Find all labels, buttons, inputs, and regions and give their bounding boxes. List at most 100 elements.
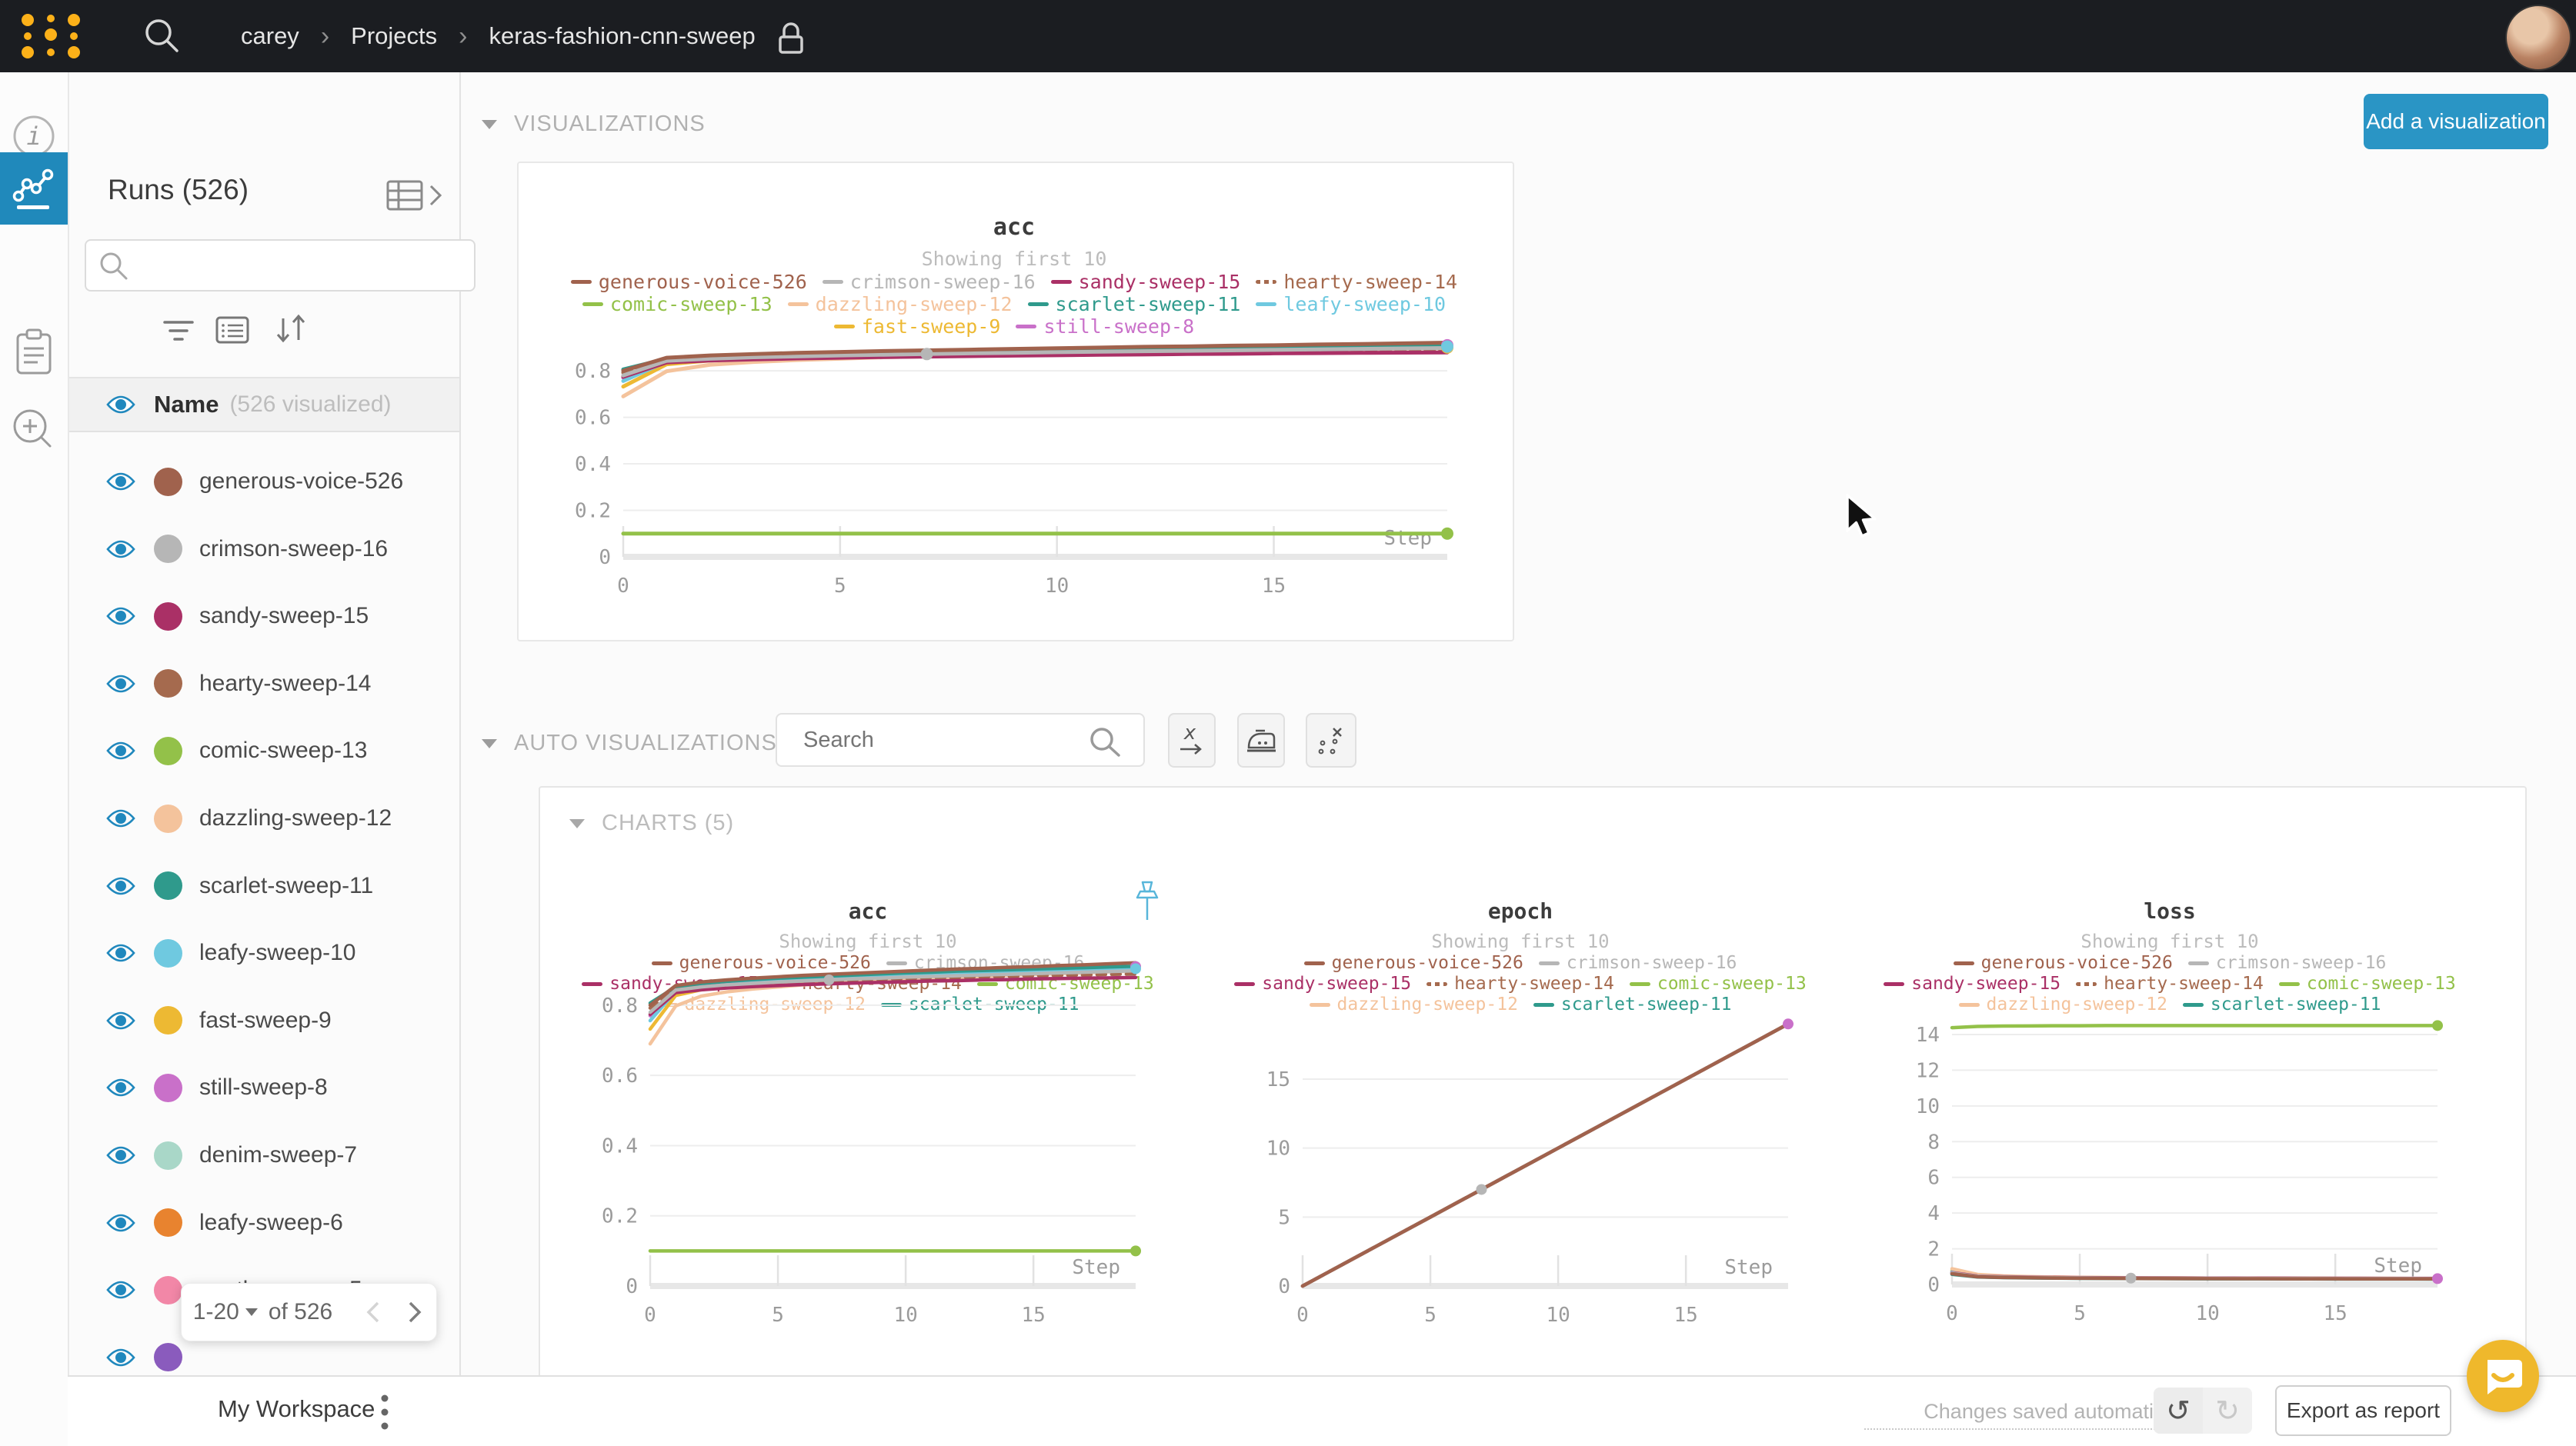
- eye-icon[interactable]: [106, 539, 135, 559]
- svg-text:15: 15: [1674, 1304, 1698, 1327]
- breadcrumb-projects[interactable]: Projects: [351, 22, 437, 50]
- run-color-dot: [154, 535, 182, 563]
- page-prev-icon[interactable]: [363, 1299, 383, 1325]
- run-row[interactable]: comic-sweep-13: [68, 717, 459, 785]
- pin-icon[interactable]: [1134, 880, 1160, 925]
- svg-text:15: 15: [2324, 1302, 2347, 1325]
- run-name[interactable]: still-sweep-8: [199, 1075, 328, 1101]
- list-settings-icon[interactable]: [215, 315, 249, 345]
- run-row[interactable]: scarlet-sweep-11: [68, 852, 459, 920]
- runs-header-count: (526 visualized): [229, 391, 391, 418]
- svg-text:Step: Step: [1724, 1256, 1773, 1279]
- run-row[interactable]: still-sweep-8: [68, 1054, 459, 1121]
- pagination-total: of 526: [269, 1299, 332, 1325]
- eye-icon[interactable]: [106, 943, 135, 963]
- nav-reports-button[interactable]: [0, 315, 68, 388]
- eye-icon[interactable]: [106, 1078, 135, 1098]
- breadcrumb-project-name[interactable]: keras-fashion-cnn-sweep: [489, 22, 755, 50]
- run-name[interactable]: denim-sweep-7: [199, 1142, 357, 1168]
- runs-list-header[interactable]: Name (526 visualized): [68, 377, 459, 432]
- runs-search-input[interactable]: [85, 239, 475, 292]
- mouse-cursor: [1843, 492, 1889, 546]
- collapse-triangle-icon[interactable]: [569, 819, 585, 828]
- run-row[interactable]: dazzling-sweep-12: [68, 785, 459, 852]
- run-row[interactable]: hearty-sweep-14: [68, 650, 459, 718]
- chart-marker: [1441, 341, 1453, 353]
- chart-marker: [2432, 1020, 2443, 1031]
- run-row[interactable]: crimson-sweep-16: [68, 515, 459, 583]
- run-name[interactable]: comic-sweep-13: [199, 738, 367, 764]
- svg-text:Step: Step: [2374, 1254, 2422, 1278]
- redo-button[interactable]: ↻: [2203, 1388, 2252, 1434]
- run-name[interactable]: scarlet-sweep-11: [199, 873, 373, 899]
- svg-text:i: i: [26, 122, 41, 151]
- kebab-menu-icon[interactable]: [379, 1392, 390, 1432]
- run-color-dot: [154, 1343, 182, 1371]
- filter-icon[interactable]: [162, 317, 195, 345]
- run-row[interactable]: denim-sweep-7: [68, 1121, 459, 1189]
- eye-icon[interactable]: [106, 1213, 135, 1233]
- run-name[interactable]: crimson-sweep-16: [199, 536, 388, 562]
- eye-icon[interactable]: [106, 395, 135, 415]
- run-row[interactable]: generous-voice-526: [68, 448, 459, 515]
- svg-text:5: 5: [834, 575, 846, 598]
- run-name[interactable]: dazzling-sweep-12: [199, 805, 392, 831]
- run-row[interactable]: leafy-sweep-10: [68, 919, 459, 987]
- page-next-icon[interactable]: [405, 1299, 425, 1325]
- chart-marker: [1130, 963, 1141, 974]
- breadcrumb-separator: ›: [321, 22, 329, 52]
- run-color-dot: [154, 468, 182, 496]
- add-visualization-button[interactable]: Add a visualization: [2364, 94, 2548, 149]
- svg-text:0: 0: [617, 575, 629, 598]
- avatar[interactable]: [2505, 5, 2571, 71]
- info-icon: i: [12, 115, 55, 158]
- eye-icon[interactable]: [106, 471, 135, 491]
- run-name[interactable]: sandy-sweep-15: [199, 603, 369, 629]
- run-color-dot: [154, 871, 182, 900]
- eye-icon[interactable]: [106, 808, 135, 828]
- run-name[interactable]: leafy-sweep-10: [199, 940, 355, 966]
- undo-button[interactable]: ↺: [2154, 1388, 2203, 1434]
- runs-table-toggle-icon[interactable]: [386, 178, 448, 214]
- svg-text:10: 10: [1546, 1304, 1570, 1327]
- chart-marker: [823, 975, 834, 985]
- run-name[interactable]: generous-voice-526: [199, 468, 403, 495]
- run-name[interactable]: leafy-sweep-6: [199, 1210, 343, 1236]
- eye-icon[interactable]: [106, 1145, 135, 1165]
- svg-text:5: 5: [772, 1304, 784, 1327]
- chevron-down-icon[interactable]: [245, 1308, 258, 1316]
- charts-section-header[interactable]: CHARTS (5): [569, 811, 734, 836]
- saved-status: Changes saved automatically: [1864, 1400, 2195, 1430]
- eye-icon[interactable]: [106, 1348, 135, 1368]
- export-report-button[interactable]: Export as report: [2275, 1385, 2451, 1436]
- svg-text:0: 0: [626, 1275, 638, 1298]
- run-row[interactable]: sandy-sweep-15: [68, 582, 459, 650]
- svg-text:6: 6: [1927, 1167, 1940, 1190]
- wandb-logo-icon[interactable]: [18, 11, 86, 62]
- nav-workspace-button[interactable]: [0, 152, 68, 225]
- run-row[interactable]: fast-sweep-9: [68, 987, 459, 1055]
- charts-label: CHARTS (5): [602, 811, 734, 836]
- eye-icon[interactable]: [106, 606, 135, 626]
- eye-icon[interactable]: [106, 876, 135, 896]
- run-name[interactable]: hearty-sweep-14: [199, 671, 371, 697]
- eye-icon[interactable]: [106, 674, 135, 694]
- sort-icon[interactable]: [274, 312, 308, 346]
- breadcrumb: carey › Projects › keras-fashion-cnn-swe…: [241, 0, 806, 72]
- eye-icon[interactable]: [106, 1280, 135, 1300]
- svg-text:10: 10: [893, 1304, 917, 1327]
- run-color-dot: [154, 1276, 182, 1304]
- workspace-title[interactable]: My Workspace: [218, 1395, 375, 1423]
- intercom-chat-button[interactable]: [2467, 1340, 2539, 1412]
- breadcrumb-entity[interactable]: carey: [241, 22, 299, 50]
- eye-icon[interactable]: [106, 741, 135, 761]
- pagination-range[interactable]: 1-20: [193, 1299, 239, 1325]
- runs-panel-title: Runs (526): [108, 174, 249, 206]
- pagination-control: 1-20 of 526: [181, 1283, 437, 1341]
- nav-zoom-button[interactable]: [0, 394, 68, 466]
- svg-text:5: 5: [1278, 1206, 1290, 1229]
- eye-icon[interactable]: [106, 1011, 135, 1031]
- run-name[interactable]: fast-sweep-9: [199, 1008, 332, 1034]
- run-row[interactable]: leafy-sweep-6: [68, 1189, 459, 1257]
- search-icon[interactable]: [140, 14, 186, 60]
